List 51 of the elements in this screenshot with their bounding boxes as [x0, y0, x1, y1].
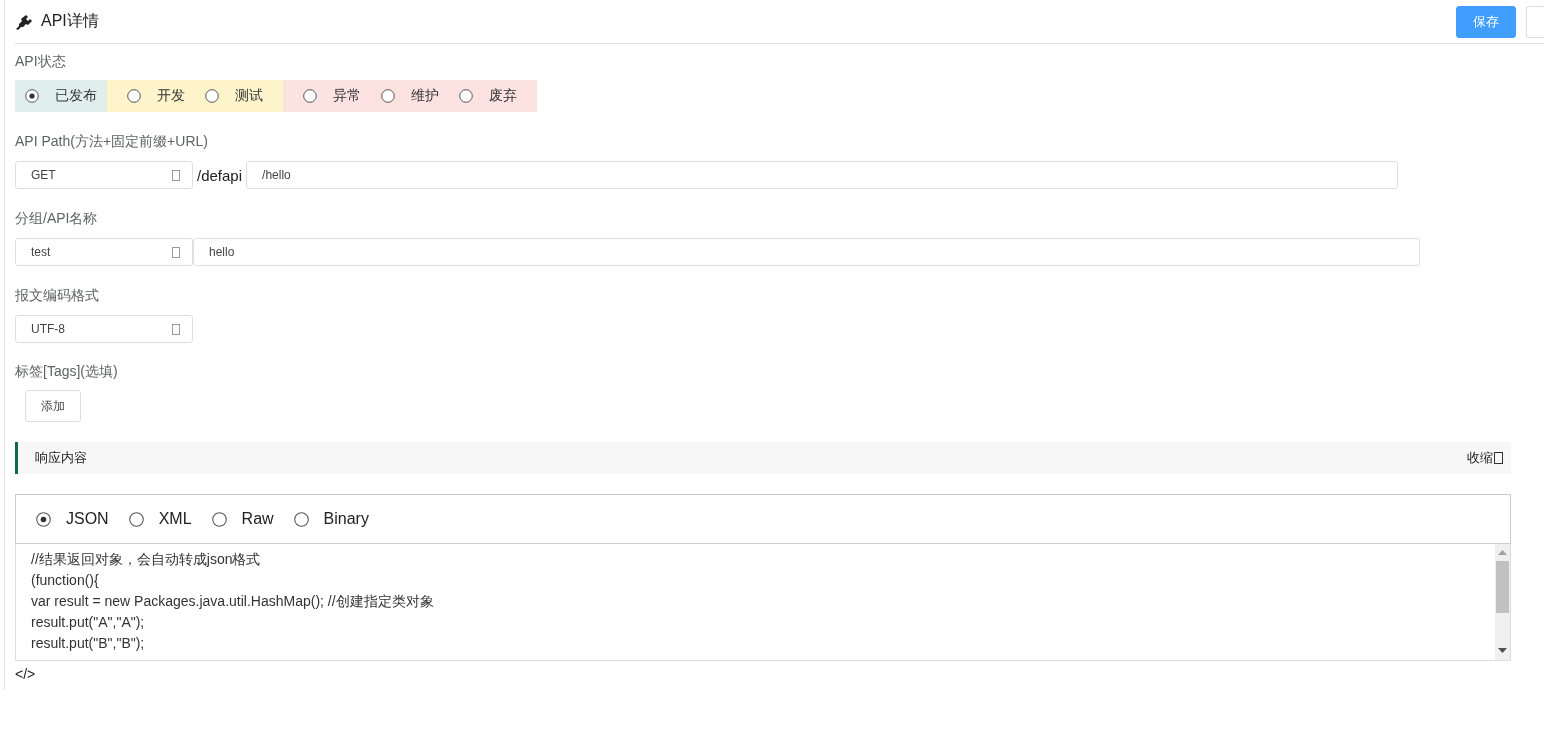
- select-field[interactable]: UTF-8: [15, 315, 193, 343]
- field-label: 分组/API名称: [15, 210, 99, 228]
- code-line: //结果返回对象，会自动转成json格式: [31, 550, 261, 569]
- input-field[interactable]: hello: [193, 238, 1420, 266]
- select-field[interactable]: GET: [15, 161, 193, 189]
- status-option[interactable]: 测试: [205, 80, 283, 112]
- square-icon: [172, 169, 180, 181]
- scroll-down-icon[interactable]: [1498, 648, 1507, 653]
- format-label[interactable]: JSON: [66, 510, 109, 528]
- format-label[interactable]: Binary: [323, 510, 369, 528]
- status-option[interactable]: 维护: [381, 80, 459, 112]
- format-label[interactable]: Raw: [241, 510, 274, 528]
- code-line: result.put("A","A");: [31, 613, 145, 632]
- radio-button[interactable]: [211, 511, 227, 527]
- section-title: 响应内容: [35, 449, 88, 467]
- status-option[interactable]: 废弃: [459, 80, 537, 112]
- radio-button[interactable]: [36, 511, 51, 527]
- radio-button[interactable]: [381, 89, 395, 103]
- radio-button[interactable]: [127, 89, 141, 103]
- select-field[interactable]: test: [15, 238, 193, 266]
- radio-button[interactable]: [25, 89, 39, 103]
- code-line: var result = new Packages.java.util.HashMap(); //创建指定类对象: [31, 592, 434, 611]
- status-option[interactable]: 已发布: [15, 80, 107, 112]
- collapse-toggle[interactable]: 收缩: [1467, 449, 1503, 467]
- code-tag-icon[interactable]: </>: [15, 666, 36, 682]
- square-icon: [1494, 452, 1503, 464]
- format-label[interactable]: XML: [158, 510, 192, 528]
- field-label: 报文编码格式: [15, 287, 100, 305]
- scrollbar-thumb[interactable]: [1496, 561, 1509, 613]
- page-title: API详情: [41, 11, 100, 31]
- code-editor[interactable]: //结果返回对象，会自动转成json格式 (function(){ var result = new Packages.java.util.HashMap(); //创建指定类对象 result.put("A","A"); result.put("B","B");: [15, 544, 1511, 661]
- input-field[interactable]: /hello: [246, 161, 1399, 189]
- square-icon: [172, 323, 180, 335]
- radio-button[interactable]: [303, 89, 317, 103]
- radio-button[interactable]: [205, 89, 219, 103]
- scrollbar[interactable]: [1495, 544, 1510, 660]
- scroll-up-icon[interactable]: [1498, 550, 1507, 555]
- radio-button[interactable]: [459, 89, 473, 103]
- code-line: (function(){: [31, 571, 99, 590]
- field-label: 标签[Tags](选填): [15, 363, 119, 381]
- field-label: API状态: [15, 53, 67, 71]
- radio-button[interactable]: [128, 511, 144, 527]
- plug-icon: [15, 13, 33, 30]
- radio-button[interactable]: [293, 511, 309, 527]
- add-tag-button[interactable]: 添加: [25, 390, 81, 422]
- field-label: API Path(方法+固定前缀+URL): [15, 133, 209, 151]
- code-line: result.put("B","B");: [31, 634, 145, 653]
- path-prefix: /defapi: [197, 166, 243, 184]
- status-option[interactable]: 开发: [107, 80, 205, 112]
- square-icon: [172, 246, 180, 258]
- status-option[interactable]: 异常: [283, 80, 381, 112]
